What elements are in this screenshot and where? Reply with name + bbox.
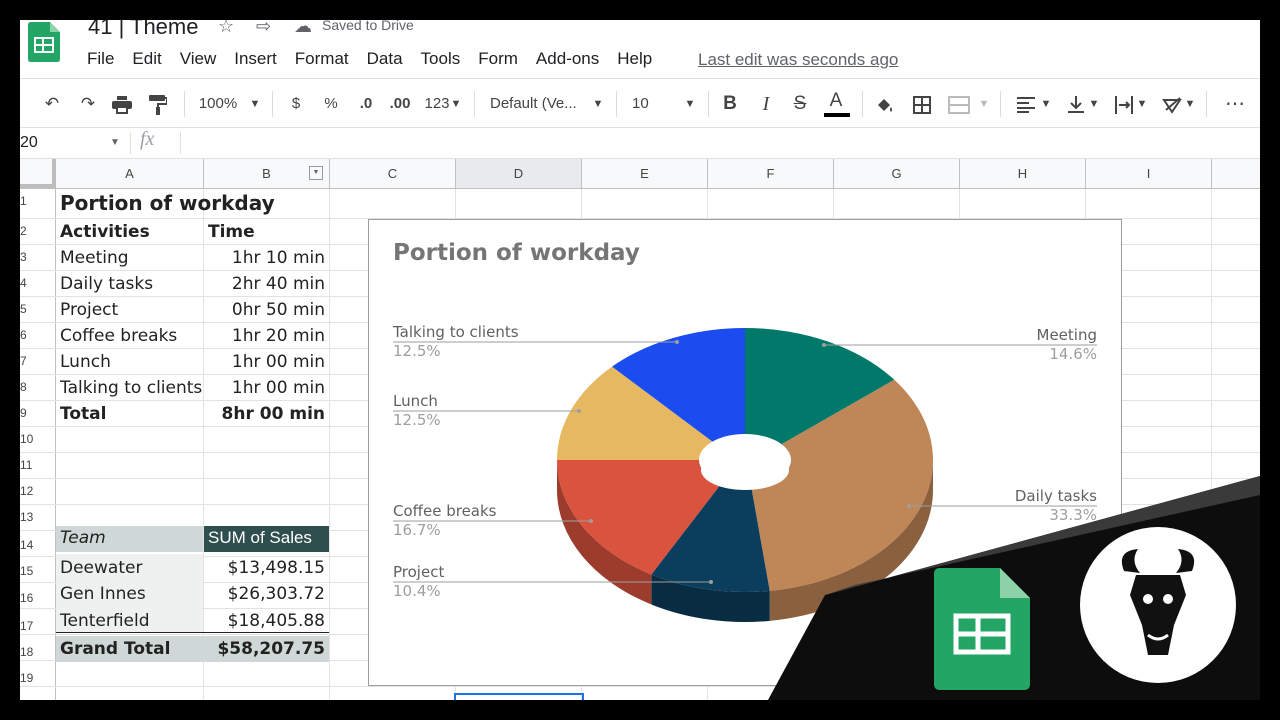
google-sheets-window: 41 | Theme ☆ ⇨ ☁ Saved to Drive File Edi… — [20, 20, 1260, 700]
overlay-decoration — [768, 476, 1260, 700]
goat-logo-icon — [1080, 527, 1236, 683]
sheets-big-logo-icon — [934, 568, 1030, 690]
